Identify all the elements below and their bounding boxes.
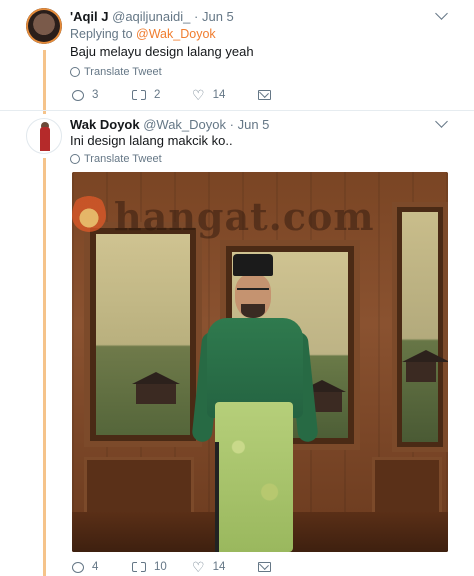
action-bar: 4 10 ♡ 14: [72, 560, 271, 574]
retweet-icon: [132, 561, 146, 573]
like-count: 14: [212, 561, 226, 573]
translate-tweet-link[interactable]: Translate Tweet: [70, 66, 162, 78]
user-handle[interactable]: @Wak_Doyok: [143, 117, 226, 132]
separator-dot: ·: [194, 9, 199, 24]
like-icon: ♡: [192, 87, 205, 103]
tweet-photo[interactable]: hangat.com: [72, 172, 448, 552]
like-button[interactable]: ♡ 14: [192, 560, 258, 574]
tweet-text: Ini design lalang makcik ko..: [70, 133, 233, 148]
reply-count: 4: [92, 561, 99, 573]
like-button[interactable]: ♡ 14: [192, 88, 258, 102]
thread-line-lower: [43, 158, 46, 576]
dm-icon: [258, 90, 271, 100]
dm-icon: [258, 562, 271, 572]
chevron-down-icon[interactable]: [435, 115, 448, 128]
reply-icon: [72, 561, 84, 573]
separator-dot: ·: [229, 117, 234, 132]
retweet-button[interactable]: 2: [132, 89, 192, 101]
dm-button[interactable]: [258, 90, 271, 100]
translate-label: Translate Tweet: [84, 66, 162, 78]
display-name[interactable]: Wak Doyok: [70, 117, 140, 132]
watermark: hangat.com: [114, 194, 375, 239]
replying-prefix: Replying to: [70, 27, 133, 41]
mention-link[interactable]: @Wak_Doyok: [136, 27, 216, 41]
door-panel: [372, 457, 442, 517]
reply-count: 3: [92, 89, 99, 101]
wall-panel: [84, 457, 194, 517]
divider: [0, 110, 474, 111]
thread-line-upper: [43, 50, 46, 114]
photo-person: [191, 252, 319, 552]
display-name[interactable]: 'Aqil J: [70, 9, 109, 24]
translate-label: Translate Tweet: [84, 153, 162, 165]
watermark-flame-icon: [72, 192, 106, 232]
retweet-button[interactable]: 10: [132, 561, 192, 573]
user-handle[interactable]: @aqiljunaidi_: [112, 9, 190, 24]
reply-button[interactable]: 4: [72, 561, 132, 573]
dm-button[interactable]: [258, 562, 271, 572]
retweet-icon: [132, 89, 146, 101]
avatar[interactable]: [26, 118, 62, 154]
retweet-count: 2: [154, 89, 161, 101]
reply-icon: [72, 89, 84, 101]
like-count: 14: [212, 89, 226, 101]
tweet-date[interactable]: Jun 5: [202, 9, 234, 24]
like-icon: ♡: [192, 559, 205, 575]
retweet-count: 10: [154, 561, 167, 573]
photo-window-right: [392, 202, 448, 452]
tweet-date[interactable]: Jun 5: [238, 117, 270, 132]
globe-icon: [70, 67, 80, 77]
reply-button[interactable]: 3: [72, 89, 132, 101]
tweet-header: 'Aqil J @aqiljunaidi_ · Jun 5: [70, 9, 234, 24]
action-bar: 3 2 ♡ 14: [72, 88, 271, 102]
chevron-down-icon[interactable]: [435, 7, 448, 20]
replying-to: Replying to @Wak_Doyok: [70, 27, 216, 41]
avatar[interactable]: [26, 8, 62, 44]
translate-tweet-link[interactable]: Translate Tweet: [70, 153, 162, 165]
photo-window-left: [84, 222, 202, 447]
globe-icon: [70, 154, 80, 164]
tweet-header: Wak Doyok @Wak_Doyok · Jun 5: [70, 117, 269, 132]
tweet-text: Baju melayu design lalang yeah: [70, 44, 254, 59]
